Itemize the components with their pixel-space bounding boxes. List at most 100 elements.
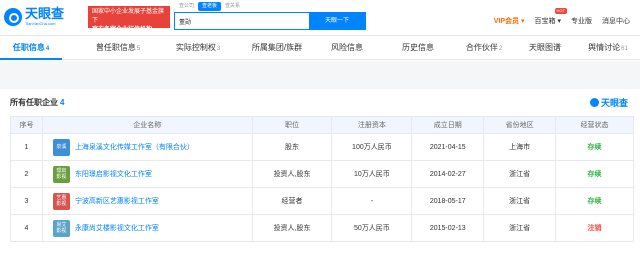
table-row: 2 璟启 影视 东阳璟启影视文化工作室 投资人,股东 10万人民币 2014-02-27 浙… <box>10 160 634 188</box>
region-cell: 浙江省 <box>483 187 557 215</box>
section-title: 所有任职企业 4 <box>10 97 64 108</box>
company-cell: 尚艾 影视 永康尚艾楼影视文化工作室 <box>41 214 253 242</box>
status-cell: 存续 <box>555 160 634 188</box>
row-index: 3 <box>10 187 43 215</box>
capital-cell: 100万人民币 <box>331 133 413 161</box>
company-name-link[interactable]: 东阳璟启影视文化工作室 <box>75 169 152 179</box>
content-divider <box>0 61 640 89</box>
position-cell: 投资人,股东 <box>251 160 333 188</box>
logo-eye-icon <box>4 8 22 26</box>
section-title-text: 所有任职企业 <box>10 98 58 107</box>
position-cell: 投资人,股东 <box>251 214 333 242</box>
founded-date-cell: 2015-02-13 <box>411 214 485 242</box>
company-logo[interactable]: 尚艾 影视 <box>52 219 70 237</box>
brand-watermark-text: 天眼查 <box>600 98 628 108</box>
tab-label: 舆情讨论 <box>588 43 621 52</box>
section-count: 4 <box>60 98 65 107</box>
search-input[interactable] <box>179 13 309 29</box>
gov-banner: 国家中小企业发展子基金旗下 官方备案企业征信机构 <box>88 6 170 33</box>
logo-url: TianYanCha.com <box>25 21 56 26</box>
company-name-link[interactable]: 永康尚艾楼影视文化工作室 <box>75 223 159 233</box>
company-cell: 艺惠 影视 宁波高新区艺惠影视工作室 <box>41 187 253 215</box>
tab-2[interactable]: 实际控制权3 <box>158 38 238 60</box>
region-cell: 浙江省 <box>483 160 557 188</box>
status-badge: 存续 <box>587 171 602 178</box>
tab-label: 实际控制权 <box>175 43 216 52</box>
company-logo[interactable]: 璟启 影视 <box>52 165 70 183</box>
tab-count: 3 <box>216 46 221 52</box>
table-row: 3 艺惠 影视 宁波高新区艺惠影视工作室 经营者 -2018-05-17 浙江省 存续 <box>10 187 634 215</box>
top-nav: VIP会员 ▾ 百宝箱 ▾ HOT 专业版 消息中心 <box>494 8 640 30</box>
tab-7[interactable]: 天眼图谱 <box>514 38 576 60</box>
search-type-tab[interactable]: 查老板 <box>198 2 222 11</box>
top-header: 天眼查 TianYanCha.com 国家中小企业发展子基金旗下 官方备案企业征… <box>0 0 640 36</box>
site-logo[interactable]: 天眼查 TianYanCha.com <box>4 6 64 28</box>
company-cell: 泉溪 上海泉溪文化传媒工作室（有限合伙） <box>41 133 253 161</box>
tab-count: 2 <box>498 46 503 52</box>
logo-eye-icon <box>589 98 599 107</box>
table-header-row: 序号 企业名称 职位 注册资本 成立日期 省份地区 经营状态 <box>10 116 634 134</box>
region-cell: 浙江省 <box>483 214 557 242</box>
pro-link[interactable]: 专业版 <box>571 16 592 26</box>
gov-banner-line2: 官方备案企业征信机构 <box>92 27 153 33</box>
search-type-tab[interactable]: 查公司 <box>175 2 198 11</box>
logo-text: 天眼查 <box>25 6 65 21</box>
gov-banner-line1: 国家中小企业发展子基金旗下 <box>92 9 165 24</box>
search-type-tab[interactable]: 查关系 <box>221 2 244 11</box>
treasure-label: 百宝箱 <box>534 18 556 25</box>
company-cell-wrap: 艺惠 影视 宁波高新区艺惠影视工作室 <box>52 192 252 210</box>
search-box: 天眼一下 <box>174 12 366 30</box>
row-index: 2 <box>10 160 43 188</box>
status-cell: 注销 <box>555 214 634 242</box>
tab-6[interactable]: 合作伙伴2 <box>454 38 514 60</box>
column-header: 省份地区 <box>483 116 557 134</box>
tab-5[interactable]: 历史信息 <box>382 38 454 60</box>
logo-text-block: 天眼查 TianYanCha.com <box>25 7 64 27</box>
brand-watermark: 天眼查 <box>589 96 628 109</box>
tab-8[interactable]: 舆情讨论61 <box>576 38 640 60</box>
vip-menu[interactable]: VIP会员 ▾ <box>494 16 525 26</box>
tab-label: 风险信息 <box>331 43 363 52</box>
table-body: 1 泉溪 上海泉溪文化传媒工作室（有限合伙） 股东 100万人民币 2021-04-15 上… <box>10 133 634 242</box>
tab-0[interactable]: 任职信息4 <box>0 38 62 60</box>
tab-label: 天眼图谱 <box>529 43 561 52</box>
column-header: 成立日期 <box>411 116 485 134</box>
tab-4[interactable]: 风险信息 <box>312 38 382 60</box>
message-center-link[interactable]: 消息中心 <box>602 16 630 26</box>
company-cell-wrap: 璟启 影视 东阳璟启影视文化工作室 <box>52 165 252 183</box>
status-badge: 存续 <box>587 198 602 205</box>
search-type-tabs: 查公司 查老板 查关系 <box>175 2 244 11</box>
company-logo[interactable]: 艺惠 影视 <box>52 192 70 210</box>
search-button[interactable]: 天眼一下 <box>309 13 365 29</box>
treasure-menu[interactable]: 百宝箱 ▾ HOT <box>534 8 567 26</box>
column-header: 企业名称 <box>41 116 253 134</box>
company-name-link[interactable]: 上海泉溪文化传媒工作室（有限合伙） <box>75 142 194 152</box>
tab-3[interactable]: 所属集团/族群 <box>230 38 324 60</box>
chevron-down-icon: ▾ <box>521 18 525 25</box>
status-cell: 存续 <box>555 133 634 161</box>
table-row: 1 泉溪 上海泉溪文化传媒工作室（有限合伙） 股东 100万人民币 2021-04-15 上… <box>10 133 634 161</box>
tab-1[interactable]: 曾任职信息5 <box>76 38 160 60</box>
company-logo[interactable]: 泉溪 <box>52 138 70 156</box>
tab-label: 所属集团/族群 <box>251 43 303 52</box>
tab-label: 曾任职信息 <box>95 43 136 52</box>
chevron-down-icon: ▾ <box>557 18 561 25</box>
tab-label: 历史信息 <box>402 43 434 52</box>
tab-count: 61 <box>621 46 628 52</box>
table-row: 4 尚艾 影视 永康尚艾楼影视文化工作室 投资人,股东 50万人民币 2015-02-13… <box>10 214 634 242</box>
company-cell-wrap: 尚艾 影视 永康尚艾楼影视文化工作室 <box>52 219 252 237</box>
founded-date-cell: 2021-04-15 <box>411 133 485 161</box>
status-cell: 存续 <box>555 187 634 215</box>
capital-cell: 10万人民币 <box>331 160 413 188</box>
column-header: 序号 <box>10 116 43 134</box>
row-index: 4 <box>10 214 43 242</box>
position-cell: 经营者 <box>251 187 333 215</box>
founded-date-cell: 2014-02-27 <box>411 160 485 188</box>
row-index: 1 <box>10 133 43 161</box>
company-cell-wrap: 泉溪 上海泉溪文化传媒工作室（有限合伙） <box>52 138 252 156</box>
position-cell: 股东 <box>251 133 333 161</box>
region-cell: 上海市 <box>483 133 557 161</box>
vip-label: VIP会员 <box>493 18 520 25</box>
company-name-link[interactable]: 宁波高新区艺惠影视工作室 <box>75 196 159 206</box>
company-cell: 璟启 影视 东阳璟启影视文化工作室 <box>41 160 253 188</box>
